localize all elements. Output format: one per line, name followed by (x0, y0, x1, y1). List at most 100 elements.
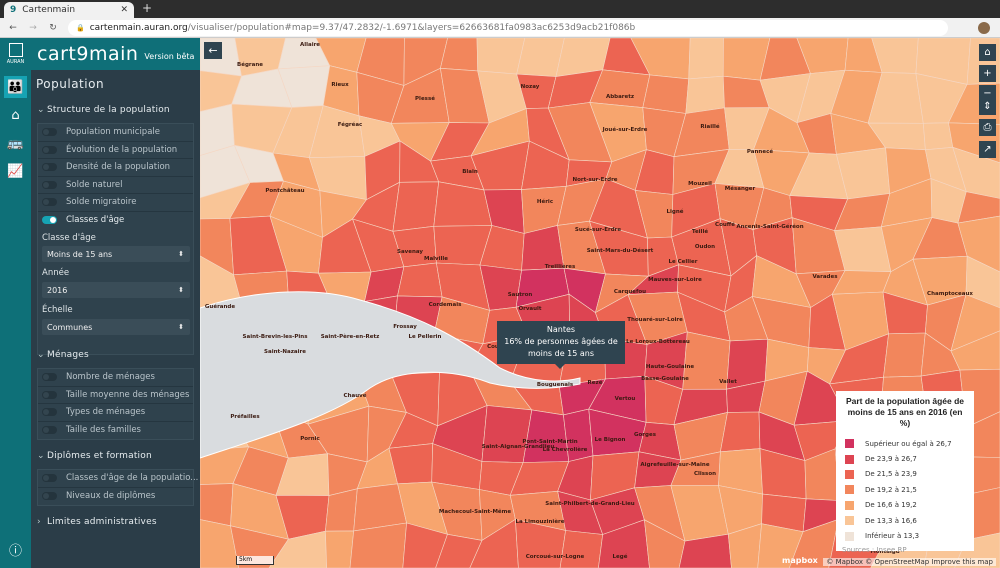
legend-swatch (845, 454, 854, 464)
toggle-switch-on[interactable] (42, 216, 57, 225)
commune-area[interactable] (392, 181, 440, 232)
select-arrows-icon: ⬍ (178, 286, 184, 294)
profile-avatar[interactable] (978, 21, 990, 34)
toggle-switch[interactable] (42, 390, 57, 399)
menages-layer-list: Nombre de ménages Taille moyenne des mén… (37, 368, 194, 440)
commune-area[interactable] (720, 411, 761, 453)
layer-taille-familles[interactable]: Taille des familles (38, 422, 193, 440)
address-bar-row: ← → ↻ 🔒 cartenmain.auran.org/visualiser/pop… (0, 18, 1000, 38)
commune-label: Fégréac (338, 121, 363, 128)
layer-solde-naturel[interactable]: Solde naturel (38, 177, 193, 194)
layer-niveaux-diplomes[interactable]: Niveaux de diplômes (38, 488, 193, 506)
layer-nombre-menages[interactable]: Nombre de ménages (38, 369, 193, 387)
commune-label: Sucé-sur-Erdre (575, 226, 621, 233)
commune-area[interactable] (922, 122, 954, 151)
year-select[interactable]: 2016 ⬍ (42, 282, 190, 298)
layer-evolution-population[interactable]: Évolution de la population (38, 142, 193, 159)
commune-label: Couffé (715, 221, 735, 228)
commune-area[interactable] (685, 75, 725, 114)
url-input[interactable]: 🔒 cartenmain.auran.org/visualiser/populat… (68, 19, 948, 36)
legend-item: De 19,2 à 21,5 (842, 482, 968, 497)
layer-solde-migratoire[interactable]: Solde migratoire (38, 194, 193, 212)
commune-label: Bégrane (237, 61, 263, 68)
back-icon[interactable]: ← (6, 23, 20, 33)
year-label: Année (42, 268, 70, 278)
print-icon[interactable]: ⎙ (979, 119, 996, 136)
legend-swatch (845, 531, 854, 541)
commune-label: Nozay (521, 84, 540, 90)
commune-area[interactable] (353, 483, 407, 532)
transport-icon[interactable]: 🚌 (4, 132, 27, 154)
layer-classes-age[interactable]: Classes d'âge (38, 212, 193, 230)
commune-area[interactable] (688, 38, 724, 80)
housing-icon[interactable]: ⌂ (4, 104, 27, 126)
forward-icon[interactable]: → (26, 23, 40, 33)
cartenmain-logo: cart9main (37, 43, 139, 65)
age-class-label: Classe d'âge (42, 233, 96, 243)
layer-taille-moyenne[interactable]: Taille moyenne des ménages (38, 387, 193, 404)
toggle-switch[interactable] (42, 474, 57, 483)
zoom-in-icon[interactable]: + (979, 65, 996, 82)
commune-label: Saint-Père-en-Retz (321, 333, 380, 340)
section-limites[interactable]: › Limites administratives (37, 517, 157, 527)
browser-tab[interactable]: 9 Cartenmain ✕ (4, 2, 134, 18)
commune-area[interactable] (642, 74, 690, 114)
favicon-icon: 9 (10, 5, 17, 15)
toggle-switch[interactable] (42, 163, 57, 172)
economy-icon[interactable]: 📈 (4, 160, 27, 182)
close-tab-icon[interactable]: ✕ (120, 5, 128, 15)
mapbox-logo[interactable]: mapbox (782, 556, 818, 565)
commune-label: Le Loroux-Bottereau (626, 339, 690, 345)
age-class-select[interactable]: Moins de 15 ans ⬍ (42, 246, 190, 262)
commune-label: Pont-Saint-Martin (522, 439, 577, 445)
toggle-switch[interactable] (42, 198, 57, 207)
toggle-switch[interactable] (42, 180, 57, 189)
legend-swatch (845, 439, 854, 449)
commune-label: Gorges (634, 432, 657, 438)
commune-area[interactable] (325, 530, 355, 568)
commune-label: Pannecé (747, 148, 773, 155)
toggle-switch[interactable] (42, 373, 57, 382)
layer-densite[interactable]: Densité de la population (38, 159, 193, 177)
new-tab-button[interactable]: + (142, 1, 152, 15)
map-legend: Part de la population âgée de moins de 1… (836, 391, 974, 554)
toggle-switch[interactable] (42, 492, 57, 501)
layer-types-menages[interactable]: Types de ménages (38, 404, 193, 422)
toggle-switch[interactable] (42, 145, 57, 154)
scale-bar: 5km (236, 556, 274, 565)
layer-population-municipale[interactable]: Population municipale (38, 124, 193, 142)
population-icon[interactable]: 👪 (4, 76, 27, 98)
map-attribution[interactable]: © Mapbox © OpenStreetMap Improve this ma… (823, 558, 996, 566)
toggle-switch[interactable] (42, 128, 57, 137)
toggle-switch[interactable] (42, 426, 57, 435)
chevron-down-icon: ⌄ (37, 451, 45, 461)
reload-icon[interactable]: ↻ (46, 23, 60, 33)
legend-item: De 13,3 à 16,6 (842, 513, 968, 528)
legend-item: Supérieur ou égal à 26,7 (842, 436, 968, 451)
commune-area[interactable] (397, 262, 443, 298)
section-diplomes[interactable]: ⌄ Diplômes et formation (37, 451, 152, 461)
commune-area[interactable] (563, 408, 594, 462)
section-structure[interactable]: ⌄ Structure de la population (37, 105, 170, 115)
commune-label: Cordemais (429, 302, 463, 308)
section-menages[interactable]: ⌄ Ménages (37, 350, 89, 360)
commune-area[interactable] (200, 483, 234, 527)
toggle-switch[interactable] (42, 408, 57, 417)
scale-select[interactable]: Communes ⬍ (42, 319, 190, 335)
home-icon[interactable]: ⌂ (979, 44, 996, 61)
collapse-panel-button[interactable]: ← (204, 42, 222, 59)
legend-item: De 16,6 à 19,2 (842, 498, 968, 513)
share-icon[interactable]: ↗ (979, 141, 996, 158)
commune-area[interactable] (883, 332, 926, 378)
commune-area[interactable] (325, 488, 358, 532)
select-arrows-icon: ⬍ (178, 323, 184, 331)
compass-icon[interactable]: ⇕ (979, 98, 996, 115)
commune-label: Saint-Philbert-de-Grand-Lieu (545, 501, 635, 507)
commune-area[interactable] (559, 530, 604, 568)
layer-classes-age-diplomes[interactable]: Classes d'âge de la populatio... (38, 470, 198, 488)
info-icon[interactable]: ⓘ (4, 538, 27, 560)
commune-label: Le Cellier (668, 259, 697, 265)
legend-swatch (845, 485, 854, 495)
legend-item: De 23,9 à 26,7 (842, 451, 968, 466)
tooltip-line1: 16% de personnes âgées de (504, 337, 618, 346)
